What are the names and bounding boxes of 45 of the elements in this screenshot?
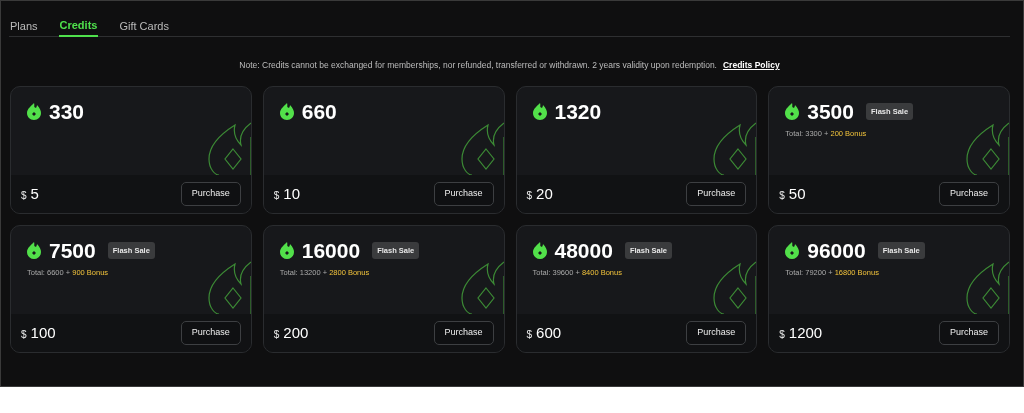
currency-symbol: $: [273, 327, 280, 342]
credit-amount: 3500: [807, 101, 854, 122]
purchase-button[interactable]: Purchase: [433, 182, 494, 206]
price-text: 20: [536, 183, 553, 204]
currency-symbol: $: [21, 327, 27, 342]
purchase-button[interactable]: Purchase: [686, 182, 747, 206]
flame-icon: [279, 242, 294, 259]
credit-amount: 660: [301, 101, 337, 122]
currency-symbol: $: [779, 188, 785, 203]
currency-symbol: $: [21, 188, 27, 203]
credit-amount: 16000: [301, 240, 361, 261]
credits-policy-link[interactable]: Credits Policy: [723, 60, 780, 70]
price-text: 1200: [788, 322, 823, 343]
flame-icon: [532, 103, 547, 120]
price-text: 50: [788, 183, 806, 204]
credit-amount: 7500: [49, 240, 96, 261]
flame-icon: [785, 103, 800, 120]
note-text: Note: Credits cannot be exchanged for memberships, nor refunded, transferred or withdrawn. 2 years validity upon redemption.: [239, 60, 717, 70]
purchase-button[interactable]: Purchase: [180, 321, 241, 345]
price-text: 10: [283, 183, 300, 204]
flame-icon: [27, 242, 41, 259]
credit-amount: 48000: [554, 240, 613, 261]
purchase-button[interactable]: Purchase: [433, 321, 494, 345]
credit-amount: 1320: [554, 101, 602, 122]
flame-icon: [279, 103, 294, 120]
tab[interactable]: Credits: [58, 15, 99, 37]
purchase-button[interactable]: Purchase: [180, 182, 241, 206]
purchase-button[interactable]: Purchase: [939, 321, 999, 345]
credit-amount: 330: [49, 101, 85, 122]
purchase-button[interactable]: Purchase: [686, 321, 747, 345]
currency-symbol: $: [526, 327, 533, 342]
flame-icon: [785, 242, 800, 259]
currency-symbol: $: [779, 327, 785, 342]
price-text: 100: [30, 322, 56, 343]
currency-symbol: $: [273, 188, 280, 203]
price-text: 5: [30, 183, 39, 204]
tab[interactable]: Plans: [9, 15, 39, 37]
price-text: 600: [536, 322, 562, 343]
currency-symbol: $: [526, 188, 533, 203]
flame-icon: [27, 103, 41, 120]
credit-amount: 96000: [807, 240, 866, 261]
price-text: 200: [283, 322, 309, 343]
purchase-button[interactable]: Purchase: [939, 182, 999, 206]
flame-icon: [532, 242, 547, 259]
tab[interactable]: Gift Cards: [118, 15, 170, 37]
